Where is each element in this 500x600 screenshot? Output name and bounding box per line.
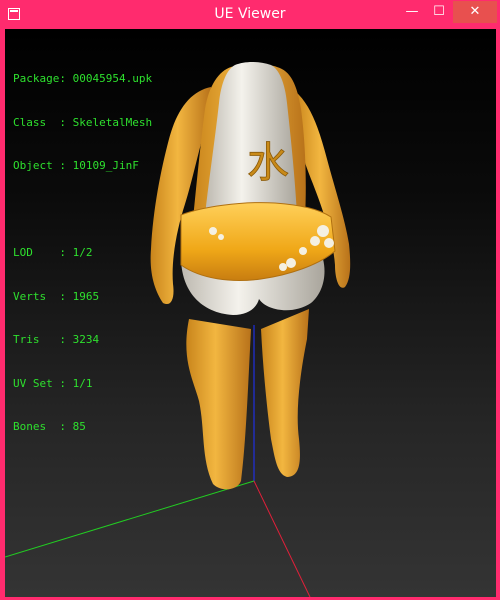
info-row-object: Object : 10109_JinF bbox=[13, 159, 139, 172]
info-row-lod: LOD : 1/2 bbox=[13, 246, 93, 259]
info-label-object: Object bbox=[13, 159, 60, 172]
info-value-package: 00045954.upk bbox=[72, 72, 153, 85]
info-label-lod: LOD bbox=[13, 246, 60, 259]
mesh-info-overlay: Package: 00045954.upk Class : SkeletalMe… bbox=[13, 43, 152, 464]
info-row-class: Class : SkeletalMesh bbox=[13, 115, 153, 129]
info-label-class: Class bbox=[13, 115, 60, 129]
info-row-verts: Verts : 1965 bbox=[13, 289, 100, 303]
info-row-bones: Bones : 85 bbox=[13, 420, 86, 433]
info-value-tris: 3234 bbox=[72, 333, 100, 346]
close-button[interactable]: ✕ bbox=[453, 1, 497, 23]
minimize-button[interactable]: — bbox=[397, 1, 427, 23]
info-row-package: Package: 00045954.upk bbox=[13, 72, 153, 85]
info-value-lod: 1/2 bbox=[72, 246, 93, 259]
info-row-uvset: UV Set : 1/1 bbox=[13, 376, 93, 390]
info-label-package: Package bbox=[13, 72, 60, 85]
y-axis-line bbox=[5, 480, 255, 558]
close-icon: ✕ bbox=[469, 4, 481, 19]
mesh-shirt-emblem: 水 bbox=[247, 138, 289, 187]
info-spacer bbox=[13, 203, 152, 218]
info-value-verts: 1965 bbox=[72, 289, 100, 303]
info-value-class: SkeletalMesh bbox=[72, 115, 153, 129]
minimize-icon: — bbox=[405, 4, 419, 19]
maximize-button[interactable]: ☐ bbox=[427, 1, 451, 23]
info-label-bones: Bones bbox=[13, 420, 60, 433]
info-label-tris: Tris bbox=[13, 333, 60, 346]
info-value-uvset: 1/1 bbox=[72, 376, 93, 390]
info-label-verts: Verts bbox=[13, 289, 60, 303]
mesh-left-leg bbox=[186, 319, 251, 490]
app-window: UE Viewer — ☐ ✕ 水 Package: 00045954.upk … bbox=[0, 0, 500, 600]
info-row-tris: Tris : 3234 bbox=[13, 333, 100, 346]
x-axis-line bbox=[253, 480, 311, 597]
info-label-uvset: UV Set bbox=[13, 376, 60, 390]
3d-viewport[interactable]: 水 Package: 00045954.upk Class : Skeletal… bbox=[5, 29, 496, 597]
mesh-right-leg bbox=[261, 309, 309, 477]
title-bar[interactable]: UE Viewer — ☐ ✕ bbox=[1, 1, 499, 29]
info-value-bones: 85 bbox=[72, 420, 86, 433]
maximize-icon: ☐ bbox=[433, 4, 445, 19]
info-value-object: 10109_JinF bbox=[72, 159, 139, 172]
